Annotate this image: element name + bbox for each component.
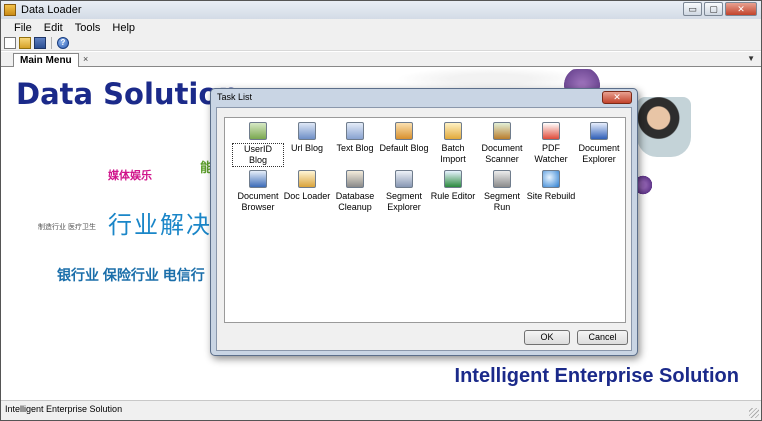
task-default-blog[interactable]: Default Blog xyxy=(378,122,430,154)
url-blog-icon xyxy=(298,122,316,140)
minimize-button[interactable]: ▭ xyxy=(683,2,702,16)
toolbar: ? xyxy=(1,36,761,51)
task-label: Doc Loader xyxy=(283,191,331,201)
batch-import-icon xyxy=(444,122,462,140)
ok-button[interactable]: OK xyxy=(524,330,570,345)
task-label: Document Explorer xyxy=(578,143,620,164)
task-url-blog[interactable]: Url Blog xyxy=(281,122,333,154)
tab-bar: Main Menu × ▼ xyxy=(1,52,761,68)
task-site-rebuild[interactable]: Site Rebuild xyxy=(525,170,577,202)
segment-run-icon xyxy=(493,170,511,188)
cn-small-text: 制造行业 医疗卫生 xyxy=(38,224,96,231)
status-text: Intelligent Enterprise Solution xyxy=(5,404,123,414)
open-folder-icon[interactable] xyxy=(19,37,31,49)
tab-close-icon[interactable]: × xyxy=(83,54,88,64)
task-document-browser[interactable]: Document Browser xyxy=(232,170,284,213)
app-icon xyxy=(4,4,16,16)
task-rule-editor[interactable]: Rule Editor xyxy=(427,170,479,202)
task-text-blog[interactable]: Text Blog xyxy=(329,122,381,154)
new-file-icon[interactable] xyxy=(4,37,16,49)
task-label: Rule Editor xyxy=(430,191,476,201)
task-userid-blog[interactable]: UserID Blog xyxy=(232,122,284,167)
task-document-explorer[interactable]: Document Explorer xyxy=(573,122,625,165)
rule-editor-icon xyxy=(444,170,462,188)
task-label: Text Blog xyxy=(336,143,374,153)
task-label: UserID Blog xyxy=(232,143,284,167)
help-icon[interactable]: ? xyxy=(57,37,69,49)
window-title: Data Loader xyxy=(21,4,82,16)
task-label: Segment Explorer xyxy=(385,191,423,212)
close-button[interactable]: ✕ xyxy=(725,2,757,16)
maximize-button[interactable]: ▢ xyxy=(704,2,723,16)
cn-industry-text: 行业解决 xyxy=(108,212,212,239)
title-bar[interactable]: Data Loader ▭ ▢ ✕ xyxy=(1,1,761,19)
cancel-button[interactable]: Cancel xyxy=(577,330,628,345)
dialog-title: Task List xyxy=(217,92,253,102)
task-label: Default Blog xyxy=(379,143,429,153)
task-segment-explorer[interactable]: Segment Explorer xyxy=(378,170,430,213)
task-list-panel: UserID Blog Url Blog Text Blog Default B… xyxy=(224,117,626,323)
task-label: Document Browser xyxy=(237,191,279,212)
toolbar-separator xyxy=(51,37,52,49)
resize-grip[interactable] xyxy=(749,408,759,418)
menu-bar: File Edit Tools Help xyxy=(1,19,761,36)
save-icon[interactable] xyxy=(34,37,46,49)
task-document-scanner[interactable]: Document Scanner xyxy=(476,122,528,165)
document-browser-icon xyxy=(249,170,267,188)
tab-dropdown-icon[interactable]: ▼ xyxy=(747,54,755,63)
doc-loader-icon xyxy=(298,170,316,188)
task-doc-loader[interactable]: Doc Loader xyxy=(281,170,333,202)
task-label: Batch Import xyxy=(440,143,466,164)
tagline: Intelligent Enterprise Solution xyxy=(454,365,739,387)
task-batch-import[interactable]: Batch Import xyxy=(427,122,479,165)
text-blog-icon xyxy=(346,122,364,140)
window-controls: ▭ ▢ ✕ xyxy=(683,2,757,16)
default-blog-icon xyxy=(395,122,413,140)
tab-main-menu[interactable]: Main Menu xyxy=(13,53,79,68)
menu-file[interactable]: File xyxy=(8,22,38,34)
people-photo xyxy=(637,97,691,157)
task-label: Database Cleanup xyxy=(335,191,375,212)
task-list-dialog: Task List ✕ UserID Blog Url Blog Text Bl… xyxy=(210,88,638,356)
task-label: Segment Run xyxy=(483,191,521,212)
task-label: PDF Watcher xyxy=(534,143,568,164)
document-scanner-icon xyxy=(493,122,511,140)
hero-title: Data Solution xyxy=(16,77,239,111)
userid-blog-icon xyxy=(249,122,267,140)
menu-help[interactable]: Help xyxy=(106,22,141,34)
cn-media-text: 媒体娱乐 xyxy=(108,170,152,182)
task-label: Site Rebuild xyxy=(526,191,576,201)
cn-banks-text: 银行业 保险行业 电信行 xyxy=(57,267,205,283)
database-cleanup-icon xyxy=(346,170,364,188)
dialog-body: UserID Blog Url Blog Text Blog Default B… xyxy=(216,107,632,351)
site-rebuild-icon xyxy=(542,170,560,188)
status-bar: Intelligent Enterprise Solution xyxy=(1,400,761,420)
segment-explorer-icon xyxy=(395,170,413,188)
menu-edit[interactable]: Edit xyxy=(38,22,69,34)
task-database-cleanup[interactable]: Database Cleanup xyxy=(329,170,381,213)
task-label: Document Scanner xyxy=(481,143,523,164)
dialog-close-button[interactable]: ✕ xyxy=(602,91,632,104)
task-segment-run[interactable]: Segment Run xyxy=(476,170,528,213)
task-label: Url Blog xyxy=(290,143,323,153)
pdf-watcher-icon xyxy=(542,122,560,140)
document-explorer-icon xyxy=(590,122,608,140)
task-pdf-watcher[interactable]: PDF Watcher xyxy=(525,122,577,165)
menu-tools[interactable]: Tools xyxy=(69,22,107,34)
